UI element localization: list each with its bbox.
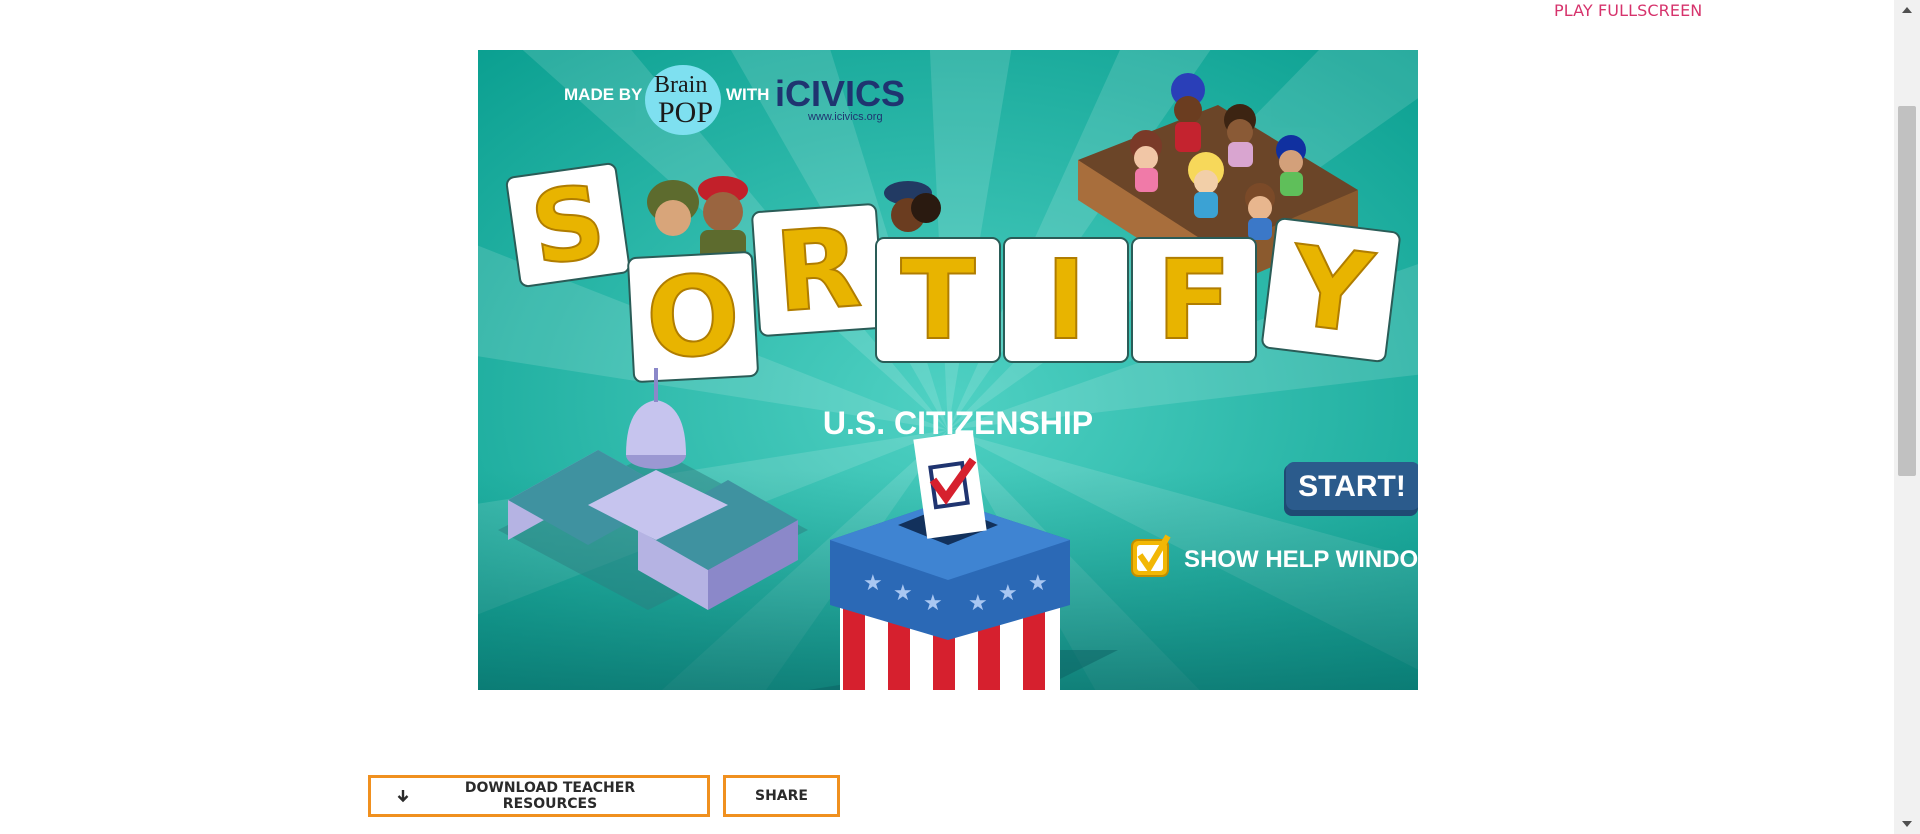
scroll-up-icon[interactable] <box>1894 0 1920 20</box>
download-teacher-resources-button[interactable]: DOWNLOAD TEACHER RESOURCES <box>368 775 710 817</box>
title-letter-o: O <box>643 251 743 384</box>
scroll-down-icon[interactable] <box>1894 814 1920 834</box>
svg-text:www.icivics.org: www.icivics.org <box>807 111 883 123</box>
scrollbar-thumb[interactable] <box>1898 106 1916 476</box>
title-letter-r: R <box>771 203 864 337</box>
title-letter-y: Y <box>1282 221 1380 358</box>
game-canvas[interactable]: MADE BY Brain POP WITH iCIVICS www.icivi… <box>478 50 1418 690</box>
download-label: DOWNLOAD TEACHER RESOURCES <box>464 780 636 812</box>
title-letter-i: I <box>1046 236 1087 364</box>
svg-text:POP: POP <box>658 96 713 129</box>
svg-text:★: ★ <box>863 571 883 596</box>
title-letter-t: T <box>900 236 975 364</box>
share-button[interactable]: SHARE <box>723 775 840 817</box>
play-fullscreen-link[interactable]: PLAY FULLSCREEN <box>1554 0 1702 22</box>
svg-text:Brain: Brain <box>654 72 707 98</box>
svg-text:START!: START! <box>1298 470 1406 503</box>
svg-text:★: ★ <box>923 591 943 616</box>
made-by-text: MADE BY <box>564 85 643 104</box>
download-arrow-icon <box>397 789 409 803</box>
with-text: WITH <box>726 85 769 104</box>
svg-text:★: ★ <box>968 591 988 616</box>
start-button[interactable]: START! <box>1284 462 1418 516</box>
show-help-checkbox[interactable] <box>1131 534 1171 577</box>
brainpop-logo: Brain POP <box>645 65 721 135</box>
show-help-label: SHOW HELP WINDOWS? <box>1184 546 1418 573</box>
vertical-scrollbar[interactable] <box>1894 0 1920 834</box>
svg-text:iCIVICS: iCIVICS <box>775 73 905 114</box>
share-label: SHARE <box>755 788 808 804</box>
svg-text:★: ★ <box>893 581 913 606</box>
title-letter-f: F <box>1156 236 1231 364</box>
svg-text:★: ★ <box>998 581 1018 606</box>
svg-text:★: ★ <box>1028 571 1048 596</box>
